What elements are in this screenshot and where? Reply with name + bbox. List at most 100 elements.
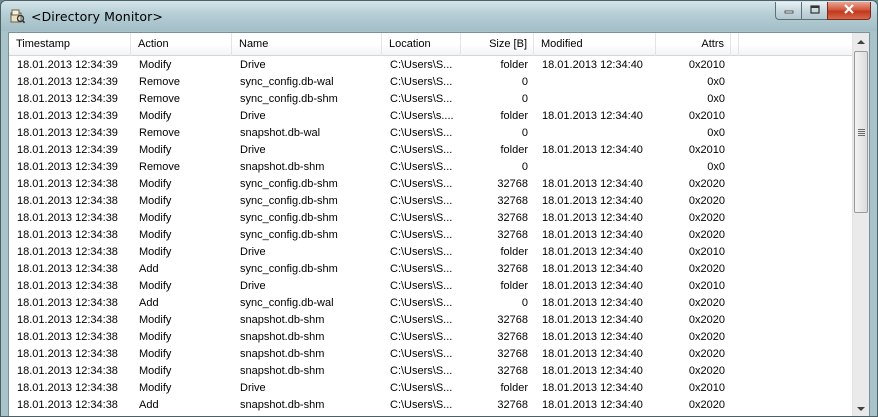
cell-size: 32768 bbox=[497, 314, 528, 326]
table-row[interactable]: 18.01.2013 12:34:38 Add sync_config.db-wal… bbox=[9, 295, 853, 312]
event-list-view[interactable]: Timestamp Action Name Location Size [B] … bbox=[8, 32, 870, 416]
cell-size: 0 bbox=[521, 161, 528, 173]
column-header-action[interactable]: Action bbox=[131, 33, 232, 56]
cell-attrs: 0x2020 bbox=[688, 229, 725, 241]
cell-timestamp: 18.01.2013 12:34:39 bbox=[17, 161, 118, 173]
cell-location: C:\Users\S... bbox=[390, 382, 453, 394]
cell-size: 32768 bbox=[497, 263, 528, 275]
cell-timestamp: 18.01.2013 12:34:38 bbox=[17, 348, 118, 360]
cell-name: sync_config.db-shm bbox=[240, 178, 338, 190]
cell-attrs: 0x2020 bbox=[688, 399, 725, 411]
cell-size: 0 bbox=[521, 76, 528, 88]
cell-location: C:\Users\S... bbox=[390, 314, 453, 326]
table-row[interactable]: 18.01.2013 12:34:39 Remove snapshot.db-shm… bbox=[9, 159, 853, 176]
column-header-modified[interactable]: Modified bbox=[534, 33, 656, 56]
cell-modified: 18.01.2013 12:34:40 bbox=[542, 229, 643, 241]
scroll-down-icon bbox=[857, 406, 865, 411]
cell-location: C:\Users\S... bbox=[390, 246, 453, 258]
cell-modified: 18.01.2013 12:34:40 bbox=[542, 263, 643, 275]
cell-attrs: 0x2020 bbox=[688, 314, 725, 326]
table-row[interactable]: 18.01.2013 12:34:38 Modify sync_config.db-… bbox=[9, 210, 853, 227]
cell-action: Remove bbox=[139, 127, 180, 139]
cell-name: Drive bbox=[240, 382, 266, 394]
caption-buttons bbox=[775, 2, 871, 20]
scrollbar-thumb[interactable] bbox=[854, 51, 868, 213]
cell-timestamp: 18.01.2013 12:34:38 bbox=[17, 280, 118, 292]
cell-size: 0 bbox=[521, 127, 528, 139]
minimize-button[interactable] bbox=[775, 2, 801, 20]
table-row[interactable]: 18.01.2013 12:34:38 Modify snapshot.db-shm… bbox=[9, 346, 853, 363]
minimize-icon bbox=[784, 5, 794, 17]
table-row[interactable]: 18.01.2013 12:34:38 Modify Drive C:\Users\S… bbox=[9, 278, 853, 295]
cell-attrs: 0x0 bbox=[707, 93, 725, 105]
cell-action: Modify bbox=[139, 110, 172, 122]
table-row[interactable]: 18.01.2013 12:34:38 Modify Drive C:\Users\S… bbox=[9, 380, 853, 397]
table-row[interactable]: 18.01.2013 12:34:38 Modify snapshot.db-shm… bbox=[9, 363, 853, 380]
cell-attrs: 0x2010 bbox=[688, 144, 725, 156]
window-title: <Directory Monitor> bbox=[31, 9, 163, 24]
column-header-size[interactable]: Size [B] bbox=[461, 33, 534, 56]
cell-modified: 18.01.2013 12:34:40 bbox=[542, 399, 643, 411]
cell-action: Modify bbox=[139, 246, 172, 258]
close-icon bbox=[843, 4, 855, 17]
table-row[interactable]: 18.01.2013 12:34:38 Add snapshot.db-shm C:\… bbox=[9, 397, 853, 414]
table-row[interactable]: 18.01.2013 12:34:38 Modify sync_config.db-… bbox=[9, 193, 853, 210]
column-header-name[interactable]: Name bbox=[232, 33, 382, 56]
cell-size: 0 bbox=[521, 297, 528, 309]
cell-attrs: 0x2020 bbox=[688, 348, 725, 360]
cell-name: sync_config.db-shm bbox=[240, 93, 338, 105]
column-header-timestamp[interactable]: Timestamp bbox=[9, 33, 131, 56]
table-row[interactable]: 18.01.2013 12:34:39 Remove sync_config.db-… bbox=[9, 74, 853, 91]
cell-name: snapshot.db-shm bbox=[240, 399, 325, 411]
table-row[interactable]: 18.01.2013 12:34:39 Modify Drive C:\Users\S… bbox=[9, 57, 853, 74]
cell-timestamp: 18.01.2013 12:34:38 bbox=[17, 178, 118, 190]
cell-name: snapshot.db-shm bbox=[240, 314, 325, 326]
cell-timestamp: 18.01.2013 12:34:38 bbox=[17, 382, 118, 394]
cell-action: Add bbox=[139, 399, 159, 411]
cell-location: C:\Users\S... bbox=[390, 263, 453, 275]
cell-location: C:\Users\S... bbox=[390, 59, 453, 71]
cell-action: Modify bbox=[139, 144, 172, 156]
table-row[interactable]: 18.01.2013 12:34:38 Add sync_config.db-shm… bbox=[9, 261, 853, 278]
cell-attrs: 0x0 bbox=[707, 127, 725, 139]
cell-modified: 18.01.2013 12:34:40 bbox=[542, 382, 643, 394]
cell-name: Drive bbox=[240, 144, 266, 156]
cell-location: C:\Users\S... bbox=[390, 331, 453, 343]
app-icon[interactable] bbox=[9, 8, 26, 24]
cell-attrs: 0x2020 bbox=[688, 212, 725, 224]
cell-timestamp: 18.01.2013 12:34:39 bbox=[17, 110, 118, 122]
table-row[interactable]: 18.01.2013 12:34:39 Remove sync_config.db-… bbox=[9, 91, 853, 108]
close-button[interactable] bbox=[827, 2, 871, 20]
cell-name: Drive bbox=[240, 110, 266, 122]
scroll-up-icon bbox=[857, 39, 865, 44]
cell-action: Modify bbox=[139, 212, 172, 224]
cell-action: Modify bbox=[139, 331, 172, 343]
cell-name: sync_config.db-shm bbox=[240, 229, 338, 241]
column-header-location[interactable]: Location bbox=[382, 33, 461, 56]
title-bar[interactable]: <Directory Monitor> bbox=[1, 1, 877, 31]
scroll-down-button[interactable] bbox=[853, 400, 869, 416]
maximize-icon bbox=[809, 4, 820, 17]
cell-attrs: 0x2020 bbox=[688, 297, 725, 309]
table-row[interactable]: 18.01.2013 12:34:38 Modify snapshot.db-shm… bbox=[9, 312, 853, 329]
table-row[interactable]: 18.01.2013 12:34:39 Modify Drive C:\Users\S… bbox=[9, 142, 853, 159]
table-row[interactable]: 18.01.2013 12:34:38 Modify Drive C:\Users\S… bbox=[9, 244, 853, 261]
cell-size: folder bbox=[500, 59, 528, 71]
scroll-up-button[interactable] bbox=[853, 33, 869, 50]
table-row[interactable]: 18.01.2013 12:34:39 Remove snapshot.db-wal… bbox=[9, 125, 853, 142]
table-row[interactable]: 18.01.2013 12:34:39 Modify Drive C:\Users\s… bbox=[9, 108, 853, 125]
cell-name: sync_config.db-shm bbox=[240, 195, 338, 207]
vertical-scrollbar[interactable] bbox=[852, 33, 869, 416]
cell-location: C:\Users\S... bbox=[390, 399, 453, 411]
cell-attrs: 0x2010 bbox=[688, 59, 725, 71]
maximize-button[interactable] bbox=[801, 2, 827, 20]
table-row[interactable]: 18.01.2013 12:34:38 Modify snapshot.db-shm… bbox=[9, 329, 853, 346]
column-header-attrs[interactable]: Attrs bbox=[656, 33, 731, 56]
table-row[interactable]: 18.01.2013 12:34:38 Modify sync_config.db-… bbox=[9, 227, 853, 244]
column-header-filler bbox=[731, 33, 739, 56]
cell-name: Drive bbox=[240, 280, 266, 292]
cell-action: Modify bbox=[139, 229, 172, 241]
cell-size: 32768 bbox=[497, 229, 528, 241]
table-row[interactable]: 18.01.2013 12:34:38 Modify sync_config.db-… bbox=[9, 176, 853, 193]
cell-location: C:\Users\S... bbox=[390, 178, 453, 190]
